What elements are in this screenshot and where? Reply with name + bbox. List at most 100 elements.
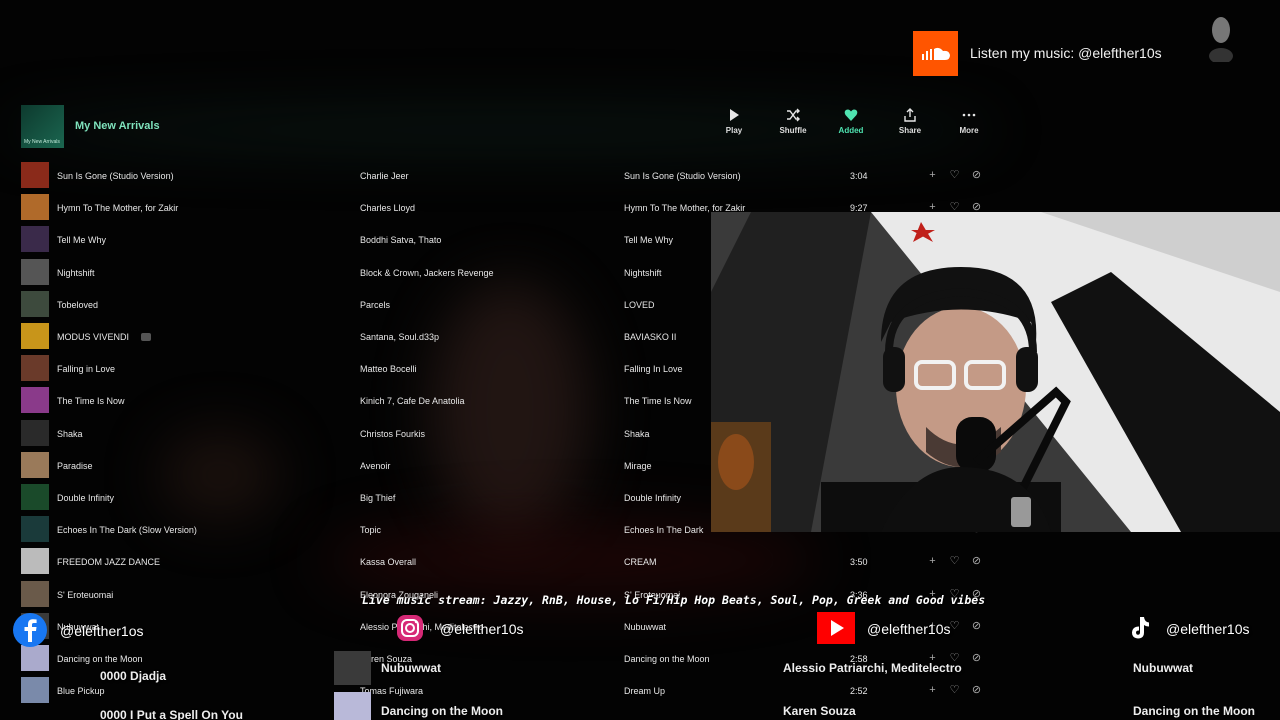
play-button[interactable]: Play bbox=[709, 108, 759, 135]
track-row[interactable]: Sun Is Gone (Studio Version) Charlie Jeer… bbox=[0, 160, 1000, 192]
block-icon[interactable]: ⊘ bbox=[970, 169, 983, 182]
stream-tagline: Live music stream: Jazzy, RnB, House, Lo… bbox=[362, 593, 986, 607]
overlay-left-line1: 0000 Djadja bbox=[100, 669, 167, 683]
more-button[interactable]: More bbox=[944, 108, 994, 135]
heart-outline-icon[interactable]: ♡ bbox=[948, 684, 961, 697]
track-title: Nightshift bbox=[57, 267, 95, 278]
facebook-icon bbox=[13, 613, 47, 647]
track-artwork bbox=[21, 162, 49, 188]
track-title: Blue Pickup bbox=[57, 686, 105, 697]
track-album[interactable]: Nubuwwat bbox=[624, 622, 666, 633]
track-title: Dancing on the Moon bbox=[57, 654, 143, 664]
heart-icon bbox=[844, 109, 858, 121]
playlist-cover: My New Arrivals bbox=[21, 105, 64, 148]
webcam-image bbox=[711, 212, 1280, 532]
track-album[interactable]: BAVIASKO II bbox=[624, 332, 676, 343]
heart-outline-icon[interactable]: ♡ bbox=[948, 555, 961, 568]
track-artist[interactable]: Boddhi Satva, Thato bbox=[360, 235, 441, 246]
track-title: Tobeloved bbox=[57, 299, 99, 310]
track-artist[interactable]: Matteo Bocelli bbox=[360, 364, 417, 375]
instagram-icon bbox=[397, 615, 423, 641]
track-album[interactable]: The Time Is Now bbox=[624, 396, 692, 407]
soundcloud-icon bbox=[921, 47, 950, 60]
block-icon[interactable]: ⊘ bbox=[970, 684, 983, 697]
track-album[interactable]: Tell Me Why bbox=[624, 235, 673, 246]
track-row[interactable]: FREEDOM JAZZ DANCE Kassa Overall CREAM 3:50… bbox=[0, 546, 1000, 578]
shuffle-label: Shuffle bbox=[779, 126, 807, 135]
overlay-right-artist2: Karen Souza bbox=[783, 704, 856, 718]
more-icon bbox=[962, 113, 976, 117]
track-artwork bbox=[21, 323, 49, 349]
track-artist[interactable]: Avenoir bbox=[360, 461, 390, 472]
track-artist[interactable]: Kassa Overall bbox=[360, 557, 416, 568]
track-album[interactable]: Dream Up bbox=[624, 686, 665, 697]
track-artist[interactable]: Charles Lloyd bbox=[360, 203, 415, 214]
track-artist[interactable]: Charlie Jeer bbox=[360, 171, 409, 182]
soundcloud-logo bbox=[913, 31, 958, 76]
overlay-thumb bbox=[334, 692, 371, 720]
shuffle-button[interactable]: Shuffle bbox=[768, 108, 818, 135]
track-title: The Time Is Now bbox=[57, 396, 125, 407]
track-title: Shaka bbox=[57, 428, 83, 439]
track-artwork bbox=[21, 548, 49, 575]
track-title: Paradise bbox=[57, 460, 93, 471]
track-album[interactable]: CREAM bbox=[624, 557, 657, 568]
track-title: FREEDOM JAZZ DANCE bbox=[57, 557, 161, 568]
youtube-icon bbox=[817, 612, 855, 644]
more-label: More bbox=[959, 126, 979, 135]
track-artist[interactable]: Christos Fourkis bbox=[360, 429, 425, 440]
soundcloud-promo-text: Listen my music: @elefther10s bbox=[970, 45, 1162, 61]
shuffle-icon bbox=[787, 108, 800, 122]
track-duration: 3:04 bbox=[850, 171, 868, 181]
share-label: Share bbox=[898, 126, 922, 135]
tiktok-icon bbox=[1132, 617, 1149, 639]
track-title: Tell Me Why bbox=[57, 235, 107, 246]
track-duration: 3:50 bbox=[850, 557, 868, 568]
add-icon[interactable]: + bbox=[926, 555, 939, 568]
block-icon[interactable]: ⊘ bbox=[970, 652, 983, 665]
track-artwork bbox=[21, 258, 49, 285]
track-artwork bbox=[21, 677, 49, 704]
add-icon[interactable]: + bbox=[926, 684, 939, 697]
track-artist[interactable]: Santana, Soul.d33p bbox=[360, 332, 439, 343]
track-album[interactable]: Sun Is Gone (Studio Version) bbox=[624, 171, 741, 182]
add-icon[interactable]: + bbox=[926, 169, 939, 182]
track-title: Double Infinity bbox=[57, 493, 115, 503]
track-artwork bbox=[21, 419, 49, 446]
track-album[interactable]: Nightshift bbox=[624, 268, 662, 279]
playlist-title: My New Arrivals bbox=[75, 120, 160, 132]
track-artist[interactable]: Parcels bbox=[360, 300, 390, 311]
block-icon[interactable]: ⊘ bbox=[970, 555, 983, 568]
track-title: Hymn To The Mother, for Zakir bbox=[57, 203, 179, 214]
overlay-right-artist1: Alessio Patriarchi, Meditelectro bbox=[783, 661, 962, 675]
track-album[interactable]: Falling In Love bbox=[624, 364, 683, 375]
overlay-mid-title2: Dancing on the Moon bbox=[381, 704, 503, 718]
added-button[interactable]: Added bbox=[826, 108, 876, 135]
track-artist[interactable]: Big Thief bbox=[360, 493, 395, 504]
track-album[interactable]: LOVED bbox=[624, 300, 655, 311]
instagram-handle: @elefther10s bbox=[440, 621, 524, 637]
block-icon[interactable]: ⊘ bbox=[970, 620, 983, 633]
play-label: Play bbox=[725, 126, 743, 135]
track-artwork bbox=[21, 580, 49, 607]
track-artwork bbox=[21, 290, 49, 317]
track-duration: 2:52 bbox=[850, 686, 868, 697]
track-artwork bbox=[21, 645, 49, 671]
track-album[interactable]: Mirage bbox=[624, 461, 652, 472]
share-icon bbox=[904, 108, 916, 122]
webcam-feed bbox=[711, 212, 1280, 532]
track-artist[interactable]: Block & Crown, Jackers Revenge bbox=[360, 268, 494, 279]
track-album[interactable]: Shaka bbox=[624, 429, 650, 440]
track-artist[interactable]: Topic bbox=[360, 525, 381, 536]
track-title: Sun Is Gone (Studio Version) bbox=[57, 171, 174, 181]
track-artist[interactable]: Kinich 7, Cafe De Anatolia bbox=[360, 396, 465, 407]
tiktok-handle: @elefther10s bbox=[1166, 621, 1250, 637]
track-title: Falling in Love bbox=[57, 364, 116, 375]
track-album[interactable]: Dancing on the Moon bbox=[624, 654, 710, 665]
share-button[interactable]: Share bbox=[885, 108, 935, 135]
heart-outline-icon[interactable]: ♡ bbox=[948, 169, 961, 182]
overlay-thumb bbox=[334, 651, 371, 685]
overlay-left-line2: 0000 I Put a Spell On You bbox=[100, 708, 243, 720]
track-album[interactable]: Echoes In The Dark bbox=[624, 525, 703, 536]
track-album[interactable]: Double Infinity bbox=[624, 493, 681, 504]
